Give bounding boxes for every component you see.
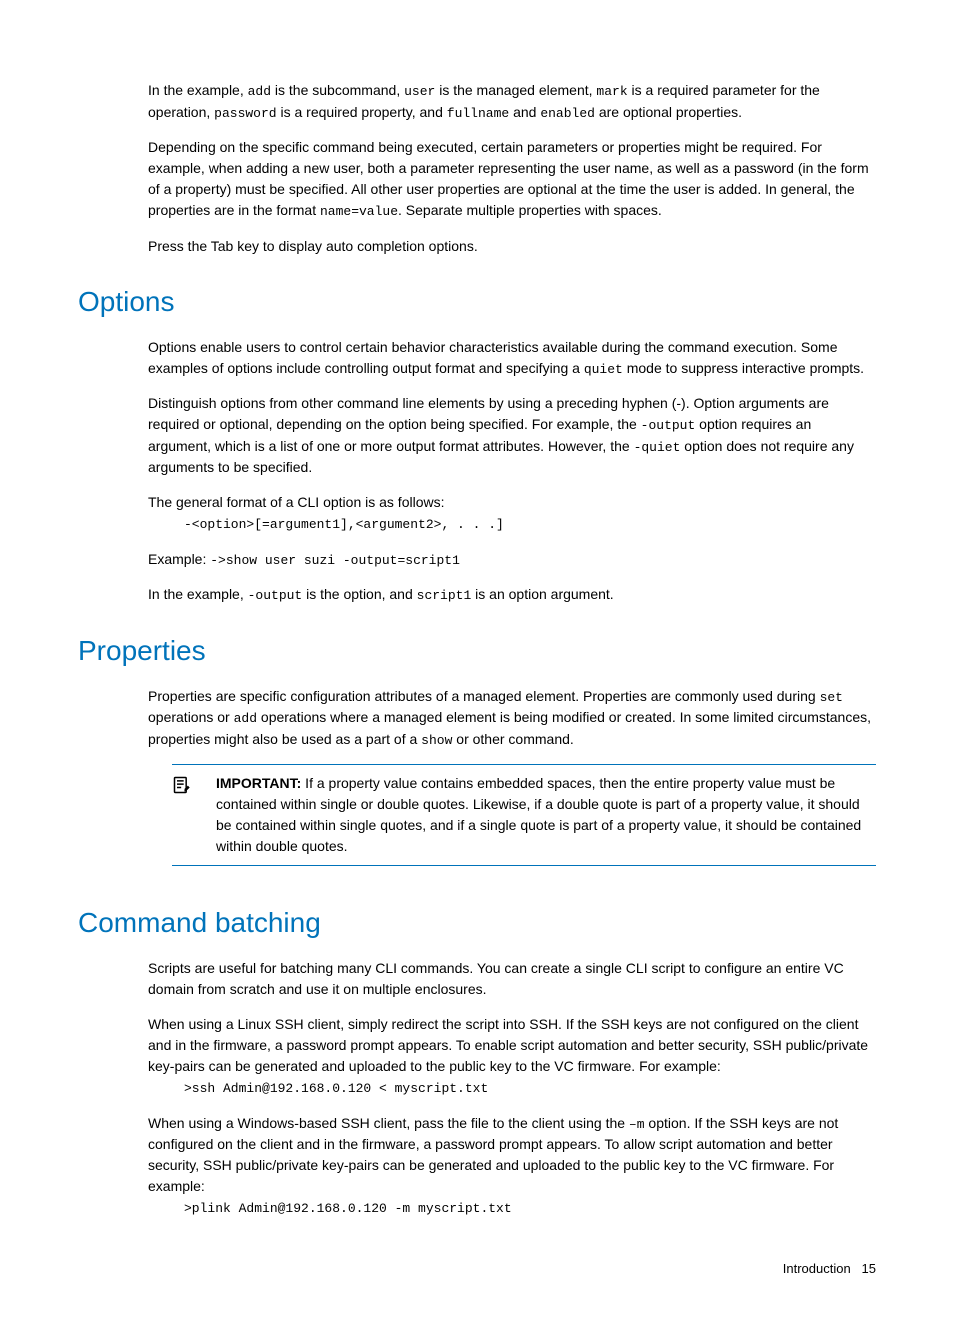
code-user: user (404, 84, 435, 99)
code-set: set (820, 690, 843, 705)
batching-code-ssh: >ssh Admin@192.168.0.120 < myscript.txt (184, 1079, 876, 1099)
code-example: ->show user suzi -output=script1 (210, 553, 460, 568)
callout-body: IMPORTANT: If a property value contains … (216, 773, 876, 857)
options-paragraph-3: The general format of a CLI option is as… (148, 492, 876, 513)
page-content: In the example, add is the subcommand, u… (148, 80, 876, 1219)
code-name-value: name=value (320, 204, 398, 219)
note-pencil-icon (172, 773, 216, 857)
code-output: -output (641, 418, 696, 433)
code-output: -output (248, 588, 303, 603)
text: Properties are specific configuration at… (148, 688, 820, 704)
page-footer: Introduction 15 (78, 1259, 876, 1279)
text: In the example, (148, 586, 248, 602)
footer-page-number: 15 (862, 1261, 876, 1276)
options-paragraph-5: In the example, -output is the option, a… (148, 584, 876, 606)
heading-command-batching: Command batching (78, 902, 876, 944)
code-add: add (248, 84, 271, 99)
heading-properties: Properties (78, 630, 876, 672)
code-fullname: fullname (447, 106, 509, 121)
text: is the managed element, (435, 82, 596, 98)
text: or other command. (452, 731, 573, 747)
code-quiet: -quiet (634, 440, 681, 455)
text: is an option argument. (471, 586, 613, 602)
options-paragraph-1: Options enable users to control certain … (148, 337, 876, 380)
intro-paragraph-2: Depending on the specific command being … (148, 137, 876, 222)
code-show: show (421, 733, 452, 748)
text: is the option, and (302, 586, 416, 602)
text: is the subcommand, (271, 82, 404, 98)
options-paragraph-2: Distinguish options from other command l… (148, 393, 876, 478)
code-m-option: –m (629, 1117, 645, 1132)
heading-options: Options (78, 281, 876, 323)
text: In the example, (148, 82, 248, 98)
text: is a required property, and (277, 104, 447, 120)
intro-paragraph-1: In the example, add is the subcommand, u… (148, 80, 876, 123)
important-label: IMPORTANT: (216, 775, 301, 791)
properties-paragraph-1: Properties are specific configuration at… (148, 686, 876, 751)
batching-paragraph-2: When using a Linux SSH client, simply re… (148, 1014, 876, 1077)
batching-paragraph-3: When using a Windows-based SSH client, p… (148, 1113, 876, 1198)
code-password: password (214, 106, 276, 121)
important-callout: IMPORTANT: If a property value contains … (172, 764, 876, 866)
code-enabled: enabled (540, 106, 595, 121)
options-code-format: -<option>[=argument1],<argument2>, . . .… (184, 515, 876, 535)
text: are optional properties. (595, 104, 742, 120)
options-example: Example: ->show user suzi -output=script… (148, 549, 876, 571)
code-add: add (234, 711, 257, 726)
text: and (509, 104, 540, 120)
code-script1: script1 (417, 588, 472, 603)
intro-paragraph-3: Press the Tab key to display auto comple… (148, 236, 876, 257)
text: Example: (148, 551, 210, 567)
text: . Separate multiple properties with spac… (398, 202, 662, 218)
text: When using a Windows-based SSH client, p… (148, 1115, 629, 1131)
callout-text: If a property value contains embedded sp… (216, 775, 861, 854)
text: mode to suppress interactive prompts. (623, 360, 864, 376)
footer-section: Introduction (783, 1261, 851, 1276)
code-mark: mark (596, 84, 627, 99)
text: operations or (148, 709, 234, 725)
batching-paragraph-1: Scripts are useful for batching many CLI… (148, 958, 876, 1000)
batching-code-plink: >plink Admin@192.168.0.120 -m myscript.t… (184, 1199, 876, 1219)
code-quiet: quiet (584, 362, 623, 377)
